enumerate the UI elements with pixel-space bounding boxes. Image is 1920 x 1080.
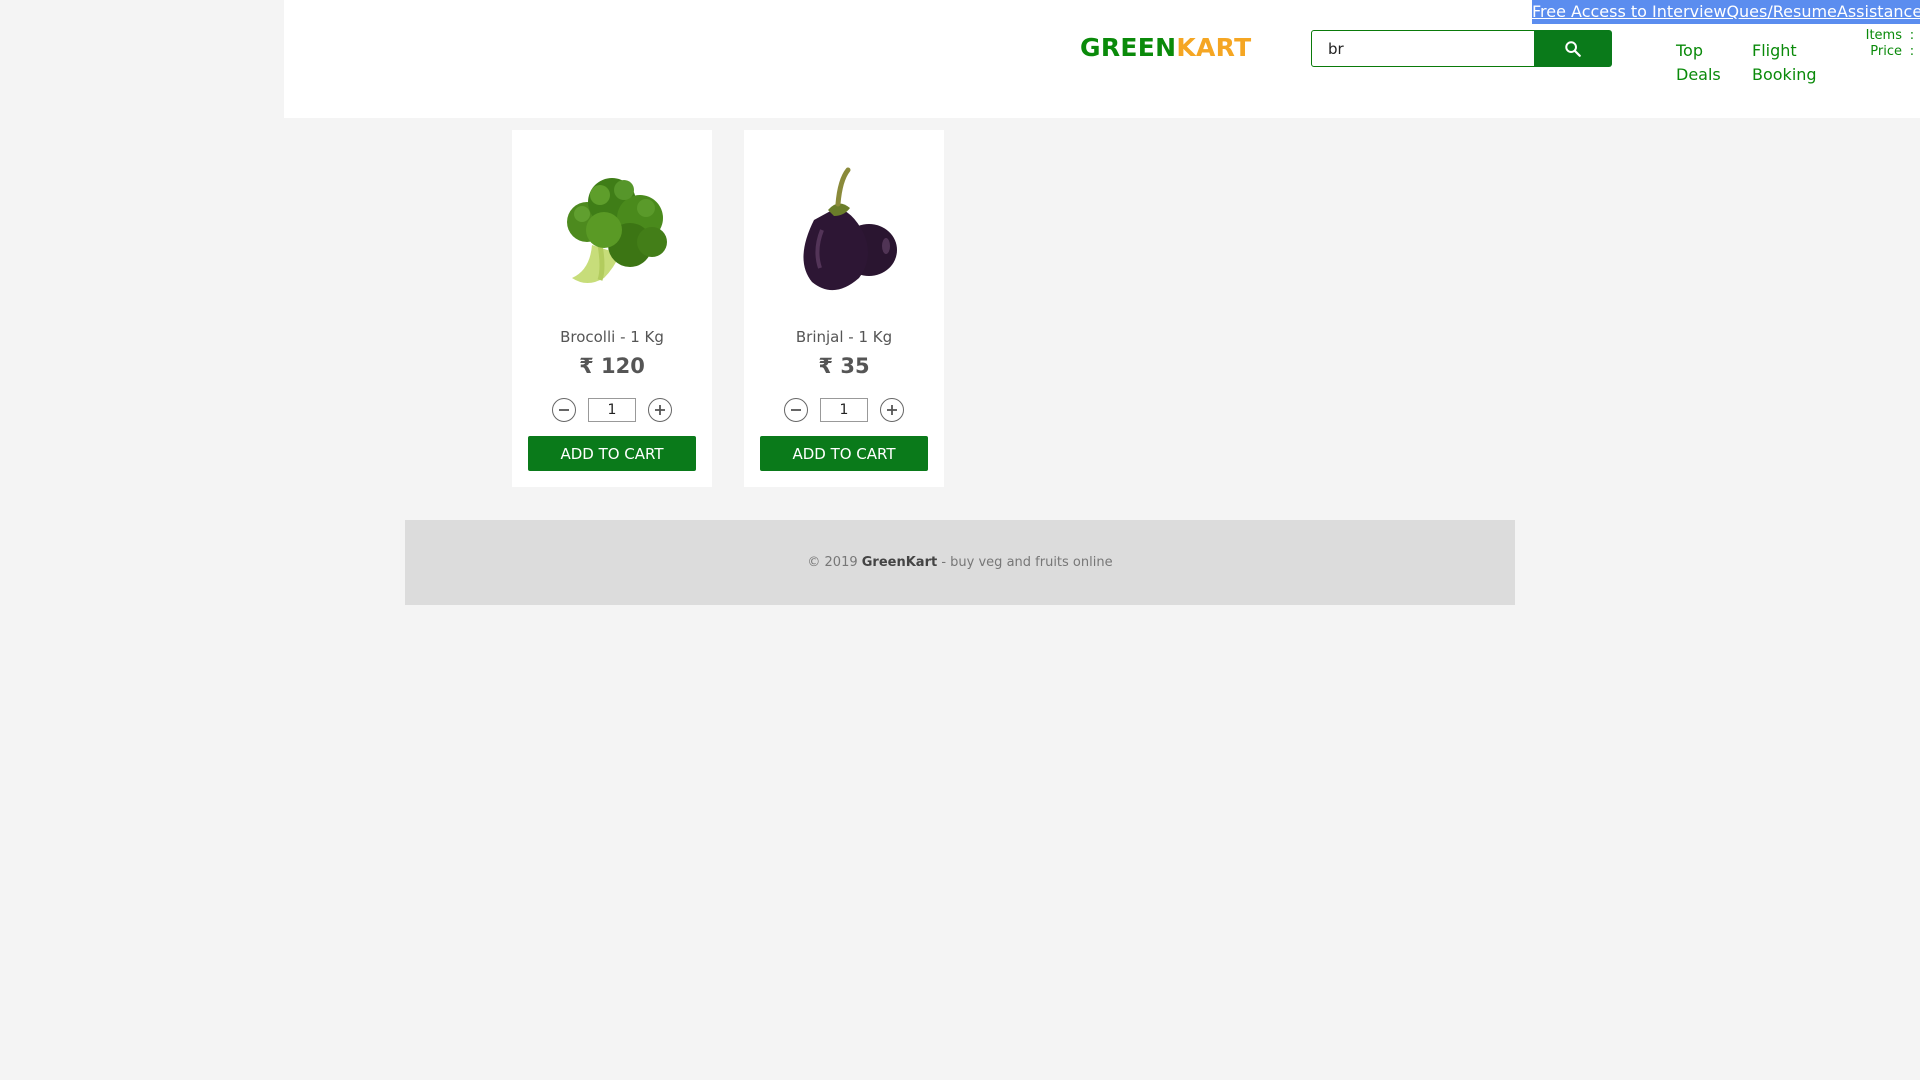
footer: © 2019 GreenKart - buy veg and fruits on… (405, 520, 1515, 605)
cart-price-label: Price (1870, 44, 1902, 59)
cart-summary: Items : 0 Price : 0 (1854, 28, 1920, 60)
decrement-button[interactable] (784, 398, 808, 422)
nav-flight-booking-link[interactable]: Flight Booking (1752, 39, 1822, 87)
header: Free Access to InterviewQues/ResumeAssis… (284, 0, 1920, 118)
nav-top-deals-link[interactable]: Top Deals (1676, 39, 1736, 87)
product-image-brinjal (774, 150, 914, 300)
product-image-broccoli (542, 150, 682, 300)
logo-green-part: GREEN (1080, 33, 1177, 62)
quantity-input[interactable] (820, 398, 868, 422)
logo-kart-part: KART (1176, 33, 1252, 62)
footer-copyright: © 2019 (807, 555, 862, 570)
plus-icon (655, 405, 665, 415)
minus-icon (791, 409, 801, 411)
footer-tagline: - buy veg and fruits online (937, 555, 1113, 570)
increment-button[interactable] (648, 398, 672, 422)
logo[interactable]: GREENKART (1080, 33, 1251, 62)
minus-icon (559, 409, 569, 411)
increment-button[interactable] (880, 398, 904, 422)
quantity-input[interactable] (588, 398, 636, 422)
product-price: ₹ 120 (579, 354, 645, 378)
product-name: Brocolli - 1 Kg (560, 328, 664, 346)
cart-items-label: Items (1865, 28, 1902, 43)
search-icon (1565, 40, 1581, 57)
decrement-button[interactable] (552, 398, 576, 422)
footer-brand: GreenKart (861, 555, 938, 570)
product-card: Brocolli - 1 Kg ₹ 120 ADD TO CART (512, 130, 712, 487)
product-card: Brinjal - 1 Kg ₹ 35 ADD TO CART (744, 130, 944, 487)
product-price: ₹ 35 (818, 354, 870, 378)
cart-items-separator: : (1909, 28, 1915, 43)
add-to-cart-button[interactable]: ADD TO CART (528, 436, 696, 471)
product-name: Brinjal - 1 Kg (795, 328, 893, 346)
quantity-stepper (784, 396, 904, 422)
promo-link[interactable]: Free Access to InterviewQues/ResumeAssis… (1532, 0, 1920, 24)
plus-icon (887, 405, 897, 415)
add-to-cart-button[interactable]: ADD TO CART (760, 436, 928, 471)
cart-price-separator: : (1909, 44, 1915, 59)
search-input[interactable] (1311, 30, 1535, 67)
search-button[interactable] (1534, 30, 1612, 67)
quantity-stepper (552, 396, 672, 422)
